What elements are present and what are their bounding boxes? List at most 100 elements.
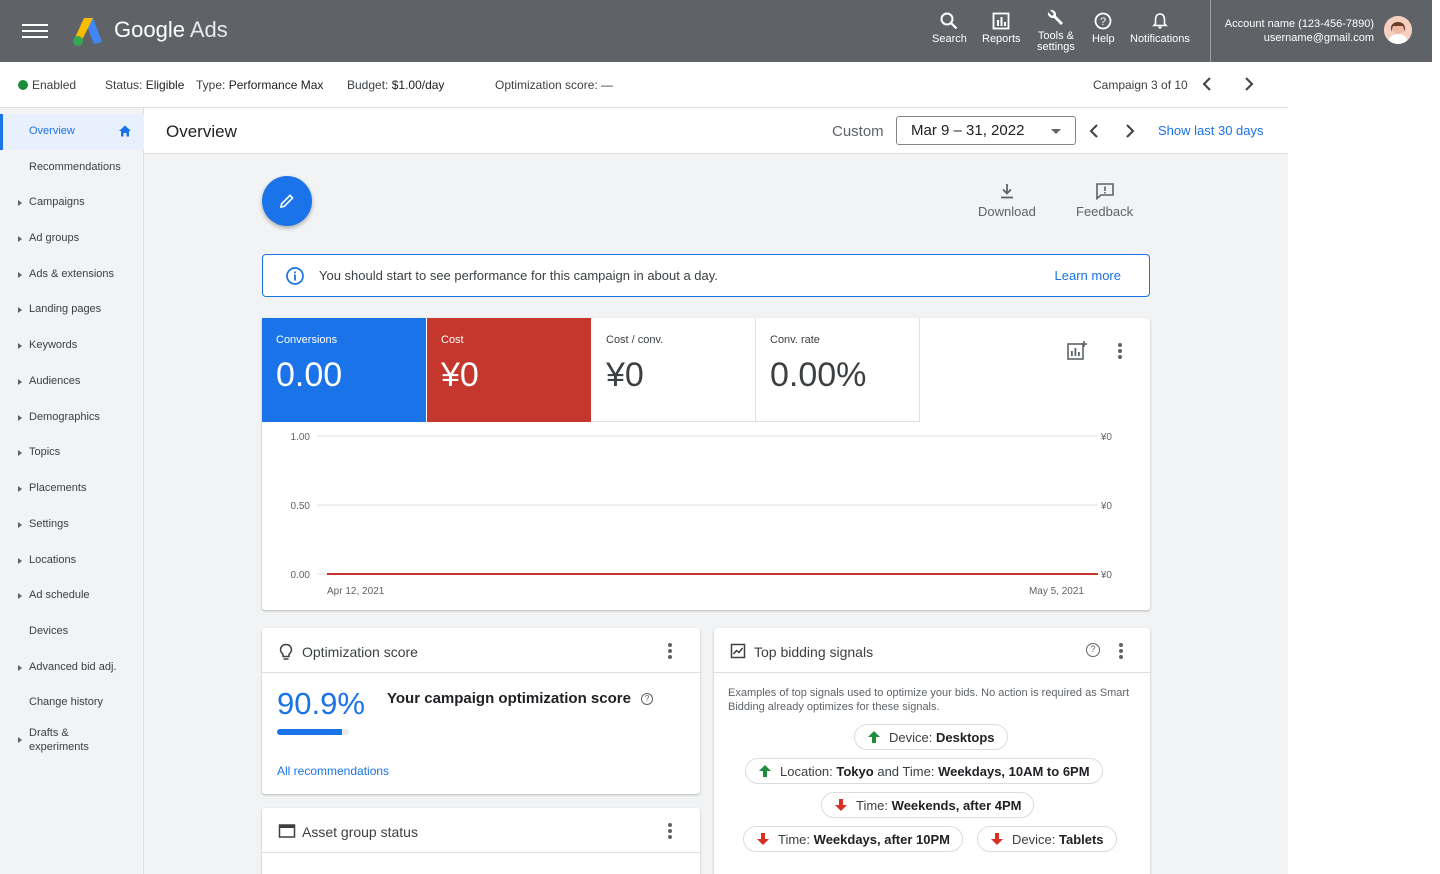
help-button[interactable]: ? Help [1092, 12, 1115, 45]
search-icon [940, 12, 958, 30]
sidebar-item-drafts-experiments[interactable]: Drafts & experiments [0, 721, 144, 761]
lightbulb-icon [279, 643, 293, 660]
metric-tile-cost-per-conv[interactable]: Cost / conv. ¥0 [592, 318, 756, 422]
sidebar-item-ad-groups[interactable]: Ad groups [0, 221, 144, 257]
arrow-down-icon [835, 799, 847, 811]
signal-chip[interactable]: Time: Weekdays, after 10PM [743, 826, 963, 852]
info-banner: You should start to see performance for … [262, 254, 1150, 297]
sidebar-item-topics[interactable]: Topics [0, 435, 144, 471]
date-preset-label: Custom [832, 123, 884, 140]
expand-arrow-icon [18, 272, 22, 278]
date-range-select[interactable]: Mar 9 – 31, 2022 [896, 116, 1076, 145]
account-info[interactable]: Account name (123-456-7890) username@gma… [1225, 17, 1374, 45]
sidebar-item-ad-schedule[interactable]: Ad schedule [0, 578, 144, 614]
google-ads-logo [73, 18, 102, 46]
dropdown-arrow-icon [1051, 129, 1061, 134]
sidebar-item-advanced-bid-adj[interactable]: Advanced bid adj. [0, 650, 144, 686]
x-tick-label: Apr 12, 2021 [327, 586, 385, 597]
score-bar-fill [277, 729, 343, 735]
signal-chip[interactable]: Device: Tablets [977, 826, 1117, 852]
sidebar-item-campaigns[interactable]: Campaigns [0, 185, 144, 221]
hamburger-menu-icon[interactable] [22, 21, 48, 41]
next-period-icon[interactable] [1120, 121, 1140, 141]
sidebar-item-recommendations[interactable]: Recommendations [0, 150, 144, 186]
feedback-button[interactable]: Feedback [1076, 182, 1133, 219]
card-title: Asset group status [302, 824, 418, 840]
brand-title: Google Ads [114, 17, 228, 42]
reports-icon [992, 12, 1010, 30]
avatar[interactable] [1384, 16, 1412, 44]
optimization-more-icon[interactable] [661, 642, 679, 660]
expand-arrow-icon [18, 200, 22, 206]
account-divider [1210, 0, 1211, 62]
expand-arrow-icon [18, 522, 22, 528]
all-recommendations-link[interactable]: All recommendations [277, 764, 389, 778]
learn-more-link[interactable]: Learn more [1055, 268, 1121, 283]
sidebar-item-demographics[interactable]: Demographics [0, 400, 144, 436]
arrow-down-icon [757, 833, 769, 845]
help-icon: ? [1094, 12, 1112, 30]
divider [714, 672, 1150, 673]
bidding-more-icon[interactable] [1112, 642, 1130, 660]
card-title: Optimization score [302, 644, 418, 660]
help-circle-icon[interactable]: ? [1086, 643, 1100, 657]
account-email: username@gmail.com [1263, 32, 1374, 44]
sidebar-item-change-history[interactable]: Change history [0, 685, 144, 721]
sidebar-item-placements[interactable]: Placements [0, 471, 144, 507]
sidebar-item-locations[interactable]: Locations [0, 543, 144, 579]
y-tick-right: ¥0 [1100, 432, 1113, 443]
pencil-icon [279, 194, 294, 209]
y-tick-right: ¥0 [1100, 570, 1113, 581]
sidebar-item-overview[interactable]: Overview [0, 114, 144, 150]
reports-button[interactable]: Reports [982, 12, 1021, 45]
page-header: Overview Custom Mar 9 – 31, 2022 Show la… [144, 108, 1288, 154]
card-title: Top bidding signals [754, 644, 874, 660]
help-circle-icon[interactable]: ? [641, 693, 654, 705]
performance-more-icon[interactable] [1111, 342, 1129, 360]
sidebar-item-devices[interactable]: Devices [0, 614, 144, 650]
show-last-30-days-link[interactable]: Show last 30 days [1158, 123, 1264, 138]
previous-period-icon[interactable] [1084, 121, 1104, 141]
optimization-info: Optimization score: — [495, 78, 614, 92]
home-icon [119, 125, 131, 137]
feedback-icon [1095, 183, 1114, 200]
signal-chip[interactable]: Device: Desktops [854, 724, 1008, 750]
chevron-right-icon[interactable] [1239, 74, 1259, 94]
enabled-status[interactable]: Enabled [18, 78, 76, 92]
arrow-up-icon [759, 765, 771, 777]
optimization-score-card: Optimization score 90.9% Your campaign o… [262, 628, 700, 794]
metric-tile-conv-rate[interactable]: Conv. rate 0.00% [756, 318, 920, 422]
metric-value: ¥0 [441, 356, 479, 394]
bidding-description: Examples of top signals used to optimize… [728, 687, 1130, 713]
search-button[interactable]: Search [932, 12, 967, 45]
wrench-icon [1047, 9, 1063, 25]
sidebar-item-audiences[interactable]: Audiences [0, 364, 144, 400]
chevron-left-icon[interactable] [1197, 74, 1217, 94]
tools-settings-button[interactable]: Tools & settings [1037, 8, 1075, 53]
signal-chip[interactable]: Location: Tokyo and Time: Weekdays, 10AM… [745, 758, 1103, 784]
status-info: Status: Eligible [105, 78, 185, 92]
add-chart-icon[interactable] [1066, 340, 1088, 362]
asset-more-icon[interactable] [661, 822, 679, 840]
sidebar-item-settings[interactable]: Settings [0, 507, 144, 543]
expand-arrow-icon [18, 737, 22, 743]
signal-chip[interactable]: Time: Weekends, after 4PM [821, 792, 1035, 818]
expand-arrow-icon [18, 415, 22, 421]
metric-tile-cost[interactable]: Cost ¥0 [427, 318, 591, 422]
arrow-down-icon [991, 833, 1003, 845]
budget-info: Budget: $1.00/day [347, 78, 445, 92]
trend-chart-icon [730, 643, 746, 659]
expand-arrow-icon [18, 665, 22, 671]
top-app-bar: Google Ads Search Reports Tools & setting… [0, 0, 1432, 62]
sidebar-item-landing-pages[interactable]: Landing pages [0, 292, 144, 328]
notifications-button[interactable]: Notifications [1130, 12, 1190, 45]
download-button[interactable]: Download [978, 182, 1036, 219]
page-title: Overview [166, 122, 237, 141]
sidebar-item-ads-extensions[interactable]: Ads & extensions [0, 257, 144, 293]
expand-arrow-icon [18, 450, 22, 456]
metric-tile-conversions[interactable]: Conversions 0.00 [262, 318, 426, 422]
edit-button[interactable] [262, 176, 312, 226]
top-bidding-signals-card: Top bidding signals ? Examples of top si… [714, 628, 1150, 874]
sidebar-item-keywords[interactable]: Keywords [0, 328, 144, 364]
metric-value: 0.00 [276, 356, 343, 394]
